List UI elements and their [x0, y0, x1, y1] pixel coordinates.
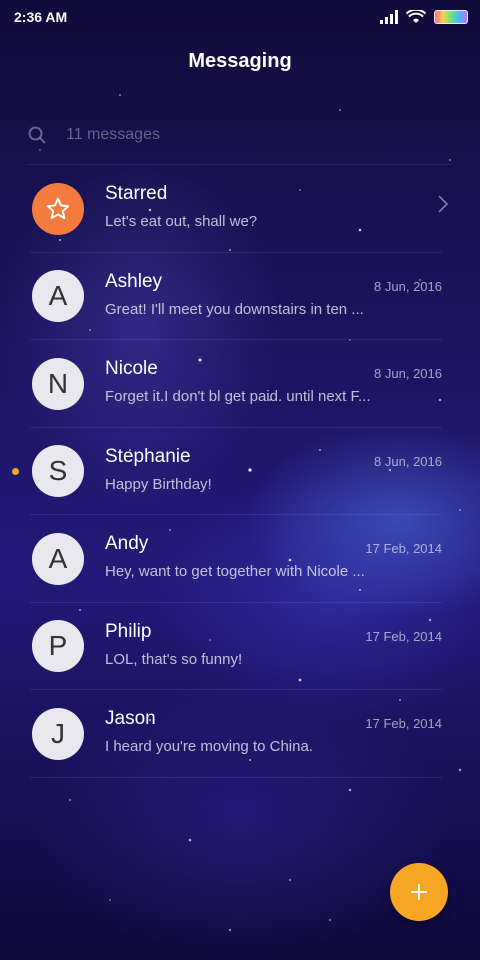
unread-indicator — [12, 467, 19, 475]
conversation-item-jason[interactable]: J Jason I heard you're moving to China. … — [0, 690, 480, 778]
avatar: P — [32, 620, 84, 673]
message-snippet: Hey, want to get together with Nicole ..… — [105, 563, 365, 580]
conversation-list: Starred Let's eat out, shall we? A Ashle… — [0, 165, 480, 778]
message-snippet: Forget it.I don't bl get paid. until nex… — [105, 388, 371, 405]
page-title: Messaging — [188, 50, 292, 72]
signal-icon — [380, 10, 398, 24]
message-snippet: Happy Birthday! — [105, 475, 212, 493]
message-snippet: LOL, that's so funny! — [105, 650, 243, 668]
plus-icon — [411, 884, 427, 900]
chevron-right-icon — [438, 195, 448, 213]
battery-icon — [434, 10, 468, 24]
conversation-text: Starred Let's eat out, shall we? — [105, 183, 442, 230]
status-icons — [380, 10, 468, 24]
new-message-button[interactable] — [390, 863, 448, 921]
conversation-item-philip[interactable]: P Philip LOL, that's so funny! 17 Feb, 2… — [0, 603, 480, 691]
message-date: 17 Feb, 2014 — [365, 716, 442, 731]
contact-name: Starred — [105, 183, 168, 204]
star-icon — [46, 197, 70, 219]
status-bar: 2:36 AM — [0, 0, 480, 34]
message-date: 8 Jun, 2016 — [374, 453, 442, 469]
message-snippet: Great! I'll meet you downstairs in ten .… — [105, 300, 364, 318]
message-date: 17 Feb, 2014 — [365, 541, 442, 556]
conversation-item-nicole[interactable]: N Nicole Forget it.I don't bl get paid. … — [0, 340, 480, 428]
message-snippet: I heard you're moving to China. — [105, 738, 313, 755]
status-time: 2:36 AM — [14, 9, 68, 25]
search-bar[interactable]: 11 messages — [28, 118, 452, 152]
message-snippet: Let's eat out, shall we? — [105, 213, 258, 230]
avatar: S — [32, 445, 84, 498]
search-icon — [28, 126, 46, 144]
wifi-icon — [406, 10, 426, 23]
conversation-item-andy[interactable]: A Andy Hey, want to get together with Ni… — [0, 515, 480, 603]
message-date: 8 Jun, 2016 — [374, 278, 442, 294]
avatar: J — [32, 707, 84, 760]
conversation-item-ashley[interactable]: A Ashley Great! I'll meet you downstairs… — [0, 253, 480, 341]
conversation-item-stephanie[interactable]: S Stephanie Happy Birthday! 8 Jun, 2016 — [0, 428, 480, 516]
avatar: N — [32, 357, 84, 410]
avatar: A — [32, 532, 84, 585]
conversation-item-starred[interactable]: Starred Let's eat out, shall we? — [0, 165, 480, 253]
avatar: A — [32, 270, 84, 323]
message-date: 8 Jun, 2016 — [374, 366, 442, 381]
search-placeholder: 11 messages — [66, 126, 160, 143]
message-date: 17 Feb, 2014 — [365, 628, 442, 644]
starred-avatar — [32, 182, 84, 235]
